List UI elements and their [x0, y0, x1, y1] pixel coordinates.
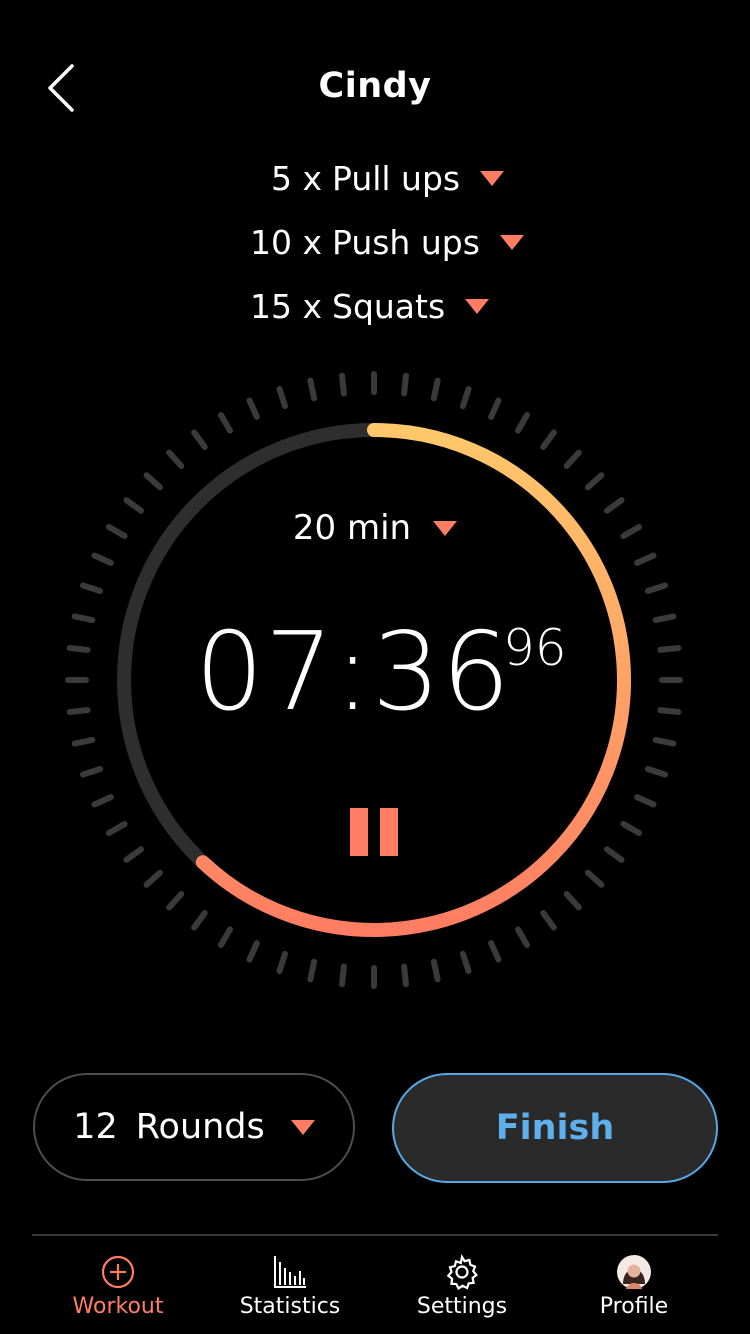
- dial-tick: [401, 963, 409, 988]
- dial-tick: [105, 821, 128, 836]
- dial-tick: [585, 472, 605, 491]
- dial-tick: [620, 821, 643, 836]
- dial-tick: [563, 449, 582, 469]
- gear-icon: [446, 1254, 478, 1290]
- dial-tick: [276, 385, 289, 410]
- pause-button[interactable]: [350, 808, 400, 856]
- caret-down-icon: [290, 1119, 315, 1135]
- dial-tick: [246, 397, 260, 420]
- dial-tick: [652, 736, 677, 747]
- dial-tick: [644, 765, 669, 778]
- dial-tick: [430, 377, 441, 402]
- tab-label: Profile: [599, 1294, 669, 1319]
- dial-tick: [459, 950, 472, 975]
- dial-tick: [218, 411, 233, 434]
- duration-selector[interactable]: 20 min: [0, 508, 750, 548]
- dial-tick: [585, 869, 605, 888]
- dial-tick: [339, 372, 347, 397]
- dial-tick: [307, 377, 318, 402]
- dial-tick: [143, 472, 163, 491]
- avatar-icon: [617, 1255, 651, 1289]
- dial-tick: [91, 552, 114, 566]
- finish-button[interactable]: Finish: [392, 1073, 718, 1183]
- tab-statistics[interactable]: Statistics: [205, 1250, 375, 1334]
- dial-tick: [166, 891, 185, 911]
- dial-tick: [191, 429, 208, 451]
- dial-tick: [603, 846, 625, 863]
- dial-tick: [563, 891, 582, 911]
- timer-time: 07:36: [195, 610, 512, 735]
- dial-tick: [79, 765, 104, 778]
- dial-tick: [218, 926, 233, 949]
- tab-label: Settings: [416, 1294, 508, 1319]
- dial-tick: [540, 429, 557, 451]
- tab-settings[interactable]: Settings: [377, 1250, 547, 1334]
- caret-down-icon: [433, 520, 458, 536]
- timer-display: 07:36 96: [0, 608, 750, 738]
- dial-tick: [123, 846, 145, 863]
- dial-tick: [540, 909, 557, 931]
- dial-tick: [515, 926, 530, 949]
- dial-tick: [191, 909, 208, 931]
- dial-tick: [401, 372, 409, 397]
- dial-tick: [166, 449, 185, 469]
- dial-tick: [307, 958, 318, 983]
- duration-label: 20 min: [292, 508, 412, 548]
- dial-tick: [488, 397, 502, 420]
- tab-label: Statistics: [239, 1294, 341, 1319]
- dial-tick: [459, 385, 472, 410]
- dial-tick: [634, 552, 657, 566]
- dial-tick: [79, 582, 104, 595]
- dial-tick: [634, 794, 657, 808]
- dial-tick: [488, 940, 502, 963]
- dial-tick: [430, 958, 441, 983]
- tab-label: Workout: [72, 1294, 164, 1319]
- dial-tick: [339, 963, 347, 988]
- dial-tick: [91, 794, 114, 808]
- dial-tick: [143, 869, 163, 888]
- dial-tick: [71, 736, 96, 747]
- rounds-selector[interactable]: 12 Rounds: [33, 1073, 355, 1181]
- tab-profile[interactable]: Profile: [549, 1250, 719, 1334]
- rounds-count: 12: [73, 1107, 118, 1147]
- dial-tick: [276, 950, 289, 975]
- plus-circle-icon: [101, 1255, 135, 1289]
- bar-chart-icon: [274, 1256, 306, 1288]
- dial-tick: [644, 582, 669, 595]
- dial-tick: [246, 940, 260, 963]
- timer-centiseconds: 96: [503, 619, 567, 677]
- tabbar-divider: [32, 1234, 718, 1236]
- dial-tick: [515, 411, 530, 434]
- tab-workout[interactable]: Workout: [33, 1250, 203, 1334]
- rounds-label: Rounds: [135, 1107, 265, 1147]
